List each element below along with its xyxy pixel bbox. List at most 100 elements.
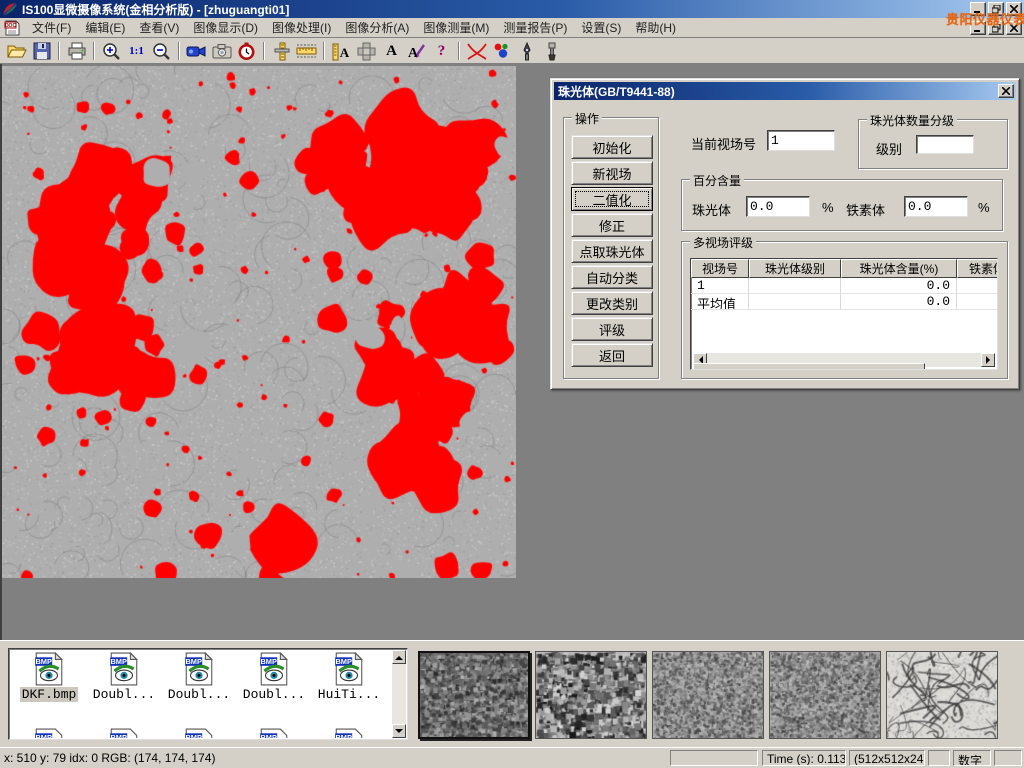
- file-name[interactable]: DKF.bmp: [20, 687, 79, 702]
- preview-thumbnail[interactable]: [535, 651, 647, 739]
- ferrite-label: 铁素体: [846, 200, 885, 219]
- file-name[interactable]: Doubl...: [241, 687, 307, 702]
- ferrite-percent-input[interactable]: 0.0: [904, 196, 968, 217]
- change-class-button[interactable]: 更改类别: [571, 291, 653, 315]
- file-item[interactable]: BMP: [312, 728, 386, 738]
- video-capture-icon[interactable]: [185, 40, 208, 62]
- filelist-vscrollbar[interactable]: [392, 650, 406, 738]
- file-item[interactable]: BMP: [12, 728, 86, 738]
- save-icon[interactable]: [30, 40, 53, 62]
- multi-field-group-label: 多视场评级: [690, 234, 756, 251]
- zoom-1to1-icon[interactable]: 1:1: [125, 40, 148, 62]
- file-item[interactable]: BMP: [87, 728, 161, 738]
- file-name[interactable]: Doubl...: [91, 687, 157, 702]
- timer-icon[interactable]: [235, 40, 258, 62]
- menu-image-analysis[interactable]: 图像分析(A): [338, 17, 416, 38]
- menu-image-display[interactable]: 图像显示(D): [186, 17, 265, 38]
- scroll-up-icon[interactable]: [392, 650, 406, 664]
- cell-ferrite: [957, 278, 998, 294]
- bmp-file-icon: BMP: [34, 728, 64, 738]
- phase-marker-icon[interactable]: [490, 40, 513, 62]
- pearlite-dialog: 珠光体(GB/T9441-88) 操作 初始化 新视场 二值化 修正 点取珠光体…: [550, 78, 1020, 390]
- text-annotation-icon[interactable]: A: [380, 40, 403, 62]
- grading-group: 珠光体数量分级 级别: [858, 119, 1008, 169]
- file-item[interactable]: BMP Doubl...: [87, 652, 161, 702]
- file-item[interactable]: BMP DKF.bmp: [12, 652, 86, 702]
- pen-tool-icon[interactable]: [515, 40, 538, 62]
- table-row: 1 0.0: [691, 278, 997, 294]
- pick-pearlite-button[interactable]: 点取珠光体: [571, 239, 653, 263]
- cursor-position-readout: x: 510 y: 79 idx: 0 RGB: (174, 174, 174): [4, 751, 215, 765]
- cell-ferrite: [957, 294, 998, 310]
- menu-image-measure[interactable]: 图像测量(M): [416, 17, 496, 38]
- text-edit-icon[interactable]: A: [405, 40, 428, 62]
- auto-classify-button[interactable]: 自动分类: [571, 265, 653, 289]
- svg-text:BMP: BMP: [35, 733, 52, 738]
- fill-tool-icon[interactable]: [540, 40, 563, 62]
- preview-thumbnail[interactable]: [886, 651, 998, 739]
- preview-thumbnail[interactable]: [418, 651, 530, 739]
- col-pearlite-level: 珠光体级别: [749, 259, 841, 278]
- menu-edit[interactable]: 编辑(E): [78, 17, 132, 38]
- file-item[interactable]: BMP HuiTi...: [312, 652, 386, 702]
- metallographic-image[interactable]: [2, 66, 516, 578]
- open-file-icon[interactable]: [5, 40, 28, 62]
- rate-button[interactable]: 评级: [571, 317, 653, 341]
- return-button[interactable]: 返回: [571, 343, 653, 367]
- curve-tool-icon[interactable]: [465, 40, 488, 62]
- grid-merge-icon[interactable]: [355, 40, 378, 62]
- menu-file[interactable]: 文件(F): [25, 17, 78, 38]
- status-mode: 数字: [953, 750, 991, 766]
- col-ferrite: 铁素体: [957, 259, 998, 278]
- scrollbar-thumb[interactable]: [693, 363, 925, 370]
- dialog-title-bar[interactable]: 珠光体(GB/T9441-88): [554, 82, 1016, 100]
- dialog-title: 珠光体(GB/T9441-88): [558, 83, 675, 100]
- window-title: IS100显微摄像系统(金相分析版) - [zhuguangti01]: [22, 1, 289, 18]
- help-icon[interactable]: ?: [430, 40, 453, 62]
- percent-group-label: 百分含量: [690, 172, 744, 189]
- preview-thumbnail[interactable]: [652, 651, 764, 739]
- cell-pct: 0.0: [841, 278, 957, 294]
- pearlite-percent-input[interactable]: 0.0: [746, 196, 810, 217]
- file-item[interactable]: BMP Doubl...: [237, 652, 311, 702]
- menu-image-process[interactable]: 图像处理(I): [265, 17, 338, 38]
- level-input[interactable]: [916, 135, 974, 154]
- table-row: 平均值 0.0: [691, 294, 997, 310]
- bmp-file-icon: BMP: [334, 652, 364, 686]
- menu-settings[interactable]: 设置(S): [574, 17, 628, 38]
- status-panel-empty: [670, 750, 758, 766]
- file-item[interactable]: BMP: [162, 728, 236, 738]
- table-hscrollbar[interactable]: [693, 353, 995, 367]
- rating-table[interactable]: 视场号 珠光体级别 珠光体含量(%) 铁素体 1 0.0 平均值 0.0: [690, 258, 998, 370]
- init-button[interactable]: 初始化: [571, 135, 653, 159]
- preview-thumbnail[interactable]: [769, 651, 881, 739]
- binarize-button[interactable]: 二值化: [571, 187, 653, 211]
- bmp-file-icon: BMP: [109, 728, 139, 738]
- file-name[interactable]: HuiTi...: [316, 687, 382, 702]
- svg-text:BMP: BMP: [185, 733, 202, 738]
- zoom-in-icon[interactable]: [100, 40, 123, 62]
- file-item[interactable]: BMP Doubl...: [162, 652, 236, 702]
- new-field-button[interactable]: 新视场: [571, 161, 653, 185]
- scroll-right-icon[interactable]: [981, 353, 995, 367]
- menu-help[interactable]: 帮助(H): [628, 17, 683, 38]
- ruler-icon[interactable]: [295, 40, 318, 62]
- percent-group: 百分含量 珠光体 0.0 % 铁素体 0.0 %: [681, 179, 1003, 231]
- dialog-close-icon[interactable]: [998, 84, 1014, 98]
- snapshot-icon[interactable]: [210, 40, 233, 62]
- measure-label-icon[interactable]: A: [330, 40, 353, 62]
- correct-button[interactable]: 修正: [571, 213, 653, 237]
- print-icon[interactable]: [65, 40, 88, 62]
- status-bar: x: 510 y: 79 idx: 0 RGB: (174, 174, 174)…: [0, 747, 1024, 768]
- scroll-down-icon[interactable]: [392, 724, 406, 738]
- file-name[interactable]: Doubl...: [166, 687, 232, 702]
- caliper-icon[interactable]: [270, 40, 293, 62]
- menu-measure-report[interactable]: 测量报告(P): [496, 17, 574, 38]
- zoom-out-icon[interactable]: [150, 40, 173, 62]
- file-list[interactable]: BMP DKF.bmp BMP Doubl... BMP Doubl... BM…: [8, 648, 408, 740]
- menu-bar: DOC 文件(F) 编辑(E) 查看(V) 图像显示(D) 图像处理(I) 图像…: [0, 18, 1024, 38]
- menu-view[interactable]: 查看(V): [132, 17, 186, 38]
- file-item[interactable]: BMP: [237, 728, 311, 738]
- current-field-input[interactable]: 1: [767, 130, 835, 151]
- cell-level: [749, 294, 841, 310]
